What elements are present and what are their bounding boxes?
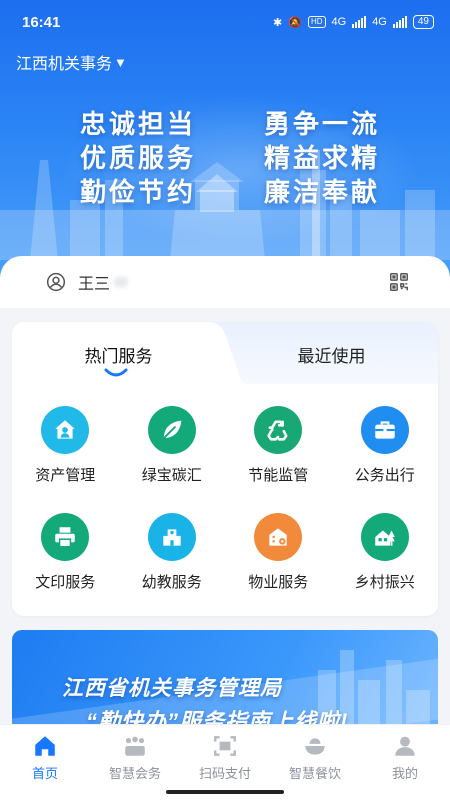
village-icon	[360, 513, 409, 561]
user-name: 王三	[78, 276, 111, 293]
service-label: 文印服务	[35, 574, 96, 591]
service-printing[interactable]: 文印服务	[12, 513, 119, 592]
battery-icon: 49	[412, 15, 434, 29]
tab-recent[interactable]: 最近使用	[225, 322, 438, 384]
user-circle-icon	[46, 272, 66, 292]
service-label: 乡村振兴	[354, 574, 415, 591]
mute-bell-icon: 🔕	[288, 16, 302, 29]
banner-slogans: 忠诚担当 勇争一流 优质服务 精益求精 勤俭节约 廉洁奉献	[80, 108, 380, 210]
slogan-left: 勤俭节约	[80, 178, 197, 208]
status-bar: 16:41 ✱ 🔕 HD 4G 4G 49	[0, 0, 450, 44]
slogan-right: 精益求精	[263, 144, 380, 174]
slogan-line: 勤俭节约 廉洁奉献	[80, 176, 380, 210]
slogan-right: 廉洁奉献	[263, 178, 380, 208]
user-name-masked	[114, 277, 129, 287]
service-green-carbon[interactable]: 绿宝碳汇	[119, 406, 226, 485]
promo-title: 江西省机关事务管理局	[62, 677, 282, 700]
active-tab-indicator	[104, 368, 128, 377]
triangle-down-icon: ▼	[114, 54, 127, 70]
service-label: 节能监管	[248, 467, 309, 484]
services-card: 热门服务 最近使用 资产管理 绿宝碳汇 节能监管 公务出行 文印服务 幼教服务 …	[12, 322, 438, 616]
meeting-icon	[125, 736, 145, 756]
slogan-line: 优质服务 精益求精	[80, 142, 380, 176]
home-indicator	[166, 790, 284, 794]
network-type-1: 4G	[331, 16, 347, 28]
dining-icon	[305, 738, 325, 755]
user-card[interactable]: 王三	[0, 256, 450, 308]
nav-label: 我的	[391, 766, 418, 781]
service-asset-management[interactable]: 资产管理	[12, 406, 119, 485]
service-label: 幼教服务	[141, 574, 202, 591]
nav-label: 智慧会务	[108, 766, 161, 781]
nav-label: 扫码支付	[198, 766, 251, 781]
network-type-2: 4G	[372, 16, 387, 28]
nav-profile[interactable]: 我的	[360, 725, 450, 800]
nav-smart-dining[interactable]: 智慧餐饮	[270, 725, 360, 800]
building-gear-icon	[254, 513, 303, 561]
bluetooth-icon: ✱	[273, 16, 283, 29]
service-label: 公务出行	[354, 467, 415, 484]
signal-icon-2	[392, 16, 407, 28]
service-preschool[interactable]: 幼教服务	[119, 513, 226, 592]
service-property[interactable]: 物业服务	[225, 513, 332, 592]
service-grid: 资产管理 绿宝碳汇 节能监管 公务出行 文印服务 幼教服务 物业服务 乡村振兴	[12, 384, 438, 592]
home-icon	[35, 736, 55, 756]
bottom-nav: 首页 智慧会务 扫码支付 智慧餐饮 我的	[0, 724, 450, 800]
service-rural-revitalization[interactable]: 乡村振兴	[332, 513, 439, 592]
printer-icon	[41, 513, 90, 561]
status-time: 16:41	[22, 13, 61, 31]
slogan-right: 勇争一流	[263, 110, 380, 140]
profile-icon	[395, 736, 415, 756]
nav-label: 首页	[31, 766, 58, 781]
nav-smart-meeting[interactable]: 智慧会务	[90, 725, 180, 800]
service-official-travel[interactable]: 公务出行	[332, 406, 439, 485]
house-person-icon	[41, 406, 90, 454]
leaf-icon	[147, 406, 196, 454]
slogan-line: 忠诚担当 勇争一流	[80, 108, 380, 142]
recycle-icon	[254, 406, 303, 454]
nav-scan-pay[interactable]: 扫码支付	[180, 725, 270, 800]
hd-badge: HD	[307, 16, 326, 28]
qr-code-icon[interactable]	[388, 271, 410, 293]
signal-icon	[352, 16, 367, 28]
status-icons: ✱ 🔕 HD 4G 4G 49	[273, 15, 434, 29]
region-label: 江西机关事务	[16, 56, 113, 73]
slogan-left: 优质服务	[80, 144, 197, 174]
slogan-left: 忠诚担当	[80, 110, 197, 140]
service-label: 资产管理	[35, 467, 96, 484]
service-tabs: 热门服务 最近使用	[12, 322, 438, 384]
service-label: 绿宝碳汇	[141, 467, 202, 484]
service-energy-monitoring[interactable]: 节能监管	[225, 406, 332, 485]
briefcase-icon	[360, 406, 409, 454]
scan-icon	[214, 736, 236, 756]
service-label: 物业服务	[248, 574, 309, 591]
nav-home[interactable]: 首页	[0, 725, 90, 800]
school-icon	[147, 513, 196, 561]
nav-label: 智慧餐饮	[288, 766, 341, 781]
region-selector[interactable]: 江西机关事务 ▼	[16, 50, 127, 74]
